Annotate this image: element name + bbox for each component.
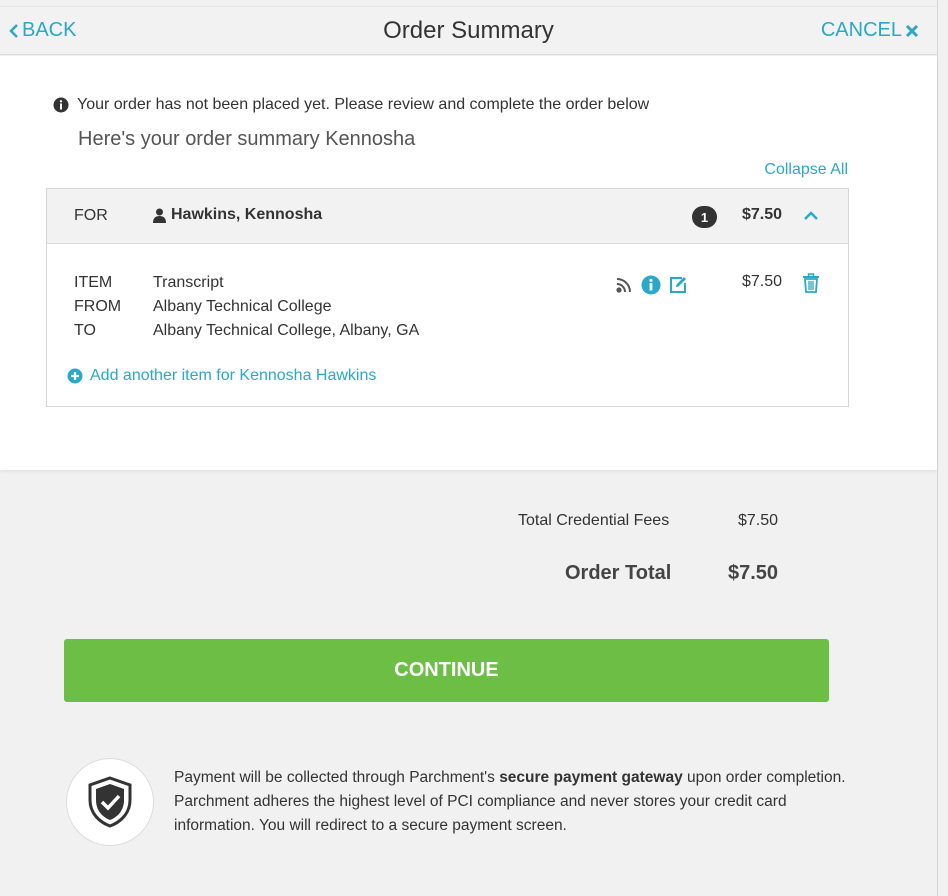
secure-text-part1: Payment will be collected through Parchm… [174,769,500,786]
info-circle-icon [53,97,69,113]
recipient-price: $7.50 [742,206,783,223]
order-panel: Your order has not been placed yet. Plea… [0,56,937,470]
secure-badge [66,758,154,846]
edit-icon[interactable] [668,275,688,295]
notice-text: Your order has not been placed yet. Plea… [77,96,650,113]
trash-icon[interactable] [802,273,820,293]
recipient-header[interactable]: FOR Hawkins, Kennosha 1 $7.50 [47,189,848,244]
secure-text-bold: secure payment gateway [499,769,683,786]
item-label: ITEM [74,274,113,291]
add-item-label: Add another item for Kennosha Hawkins [90,367,377,384]
order-total-label: Order Total [565,562,672,584]
fees-value: $7.50 [738,512,779,529]
recipient-card: FOR Hawkins, Kennosha 1 $7.50 ITEM FROM … [46,188,849,407]
header-bar: BACK Order Summary CANCEL [0,6,937,55]
from-label: FROM [74,298,122,315]
item-price: $7.50 [742,273,783,290]
for-label: FOR [74,207,108,224]
recipient-name-text: Hawkins, Kennosha [171,206,323,223]
add-item-link[interactable]: Add another item for Kennosha Hawkins [67,367,376,385]
collapse-all-link[interactable]: Collapse All [764,161,848,179]
shield-check-icon [88,776,132,828]
from-value: Albany Technical College [153,298,332,315]
user-icon [153,208,166,223]
electronic-delivery-icon [616,278,631,293]
recipient-name: Hawkins, Kennosha [153,206,322,224]
item-count-badge: 1 [692,206,717,228]
fees-label: Total Credential Fees [518,512,670,529]
item-actions [614,275,688,295]
item-values: Transcript Albany Technical College Alba… [153,271,419,343]
plus-circle-icon [67,368,83,384]
to-value: Albany Technical College, Albany, GA [153,322,420,339]
to-label: TO [74,322,96,339]
info-icon[interactable] [641,275,661,295]
secure-payment-text: Payment will be collected through Parchm… [174,766,854,838]
page-title: Order Summary [383,17,554,44]
item-labels: ITEM FROM TO [74,271,121,343]
order-notice: Your order has not been placed yet. Plea… [53,96,649,114]
close-icon [905,24,919,37]
continue-button[interactable]: CONTINUE [64,639,829,702]
order-subtitle: Here's your order summary Kennosha [78,128,416,150]
chevron-up-icon[interactable] [803,209,819,223]
item-value: Transcript [153,274,224,291]
cancel-label: CANCEL [820,19,902,41]
order-summary-window: BACK Order Summary CANCEL Your order has… [0,0,938,896]
cancel-button[interactable]: CANCEL [821,19,919,42]
order-total-value: $7.50 [728,562,779,584]
